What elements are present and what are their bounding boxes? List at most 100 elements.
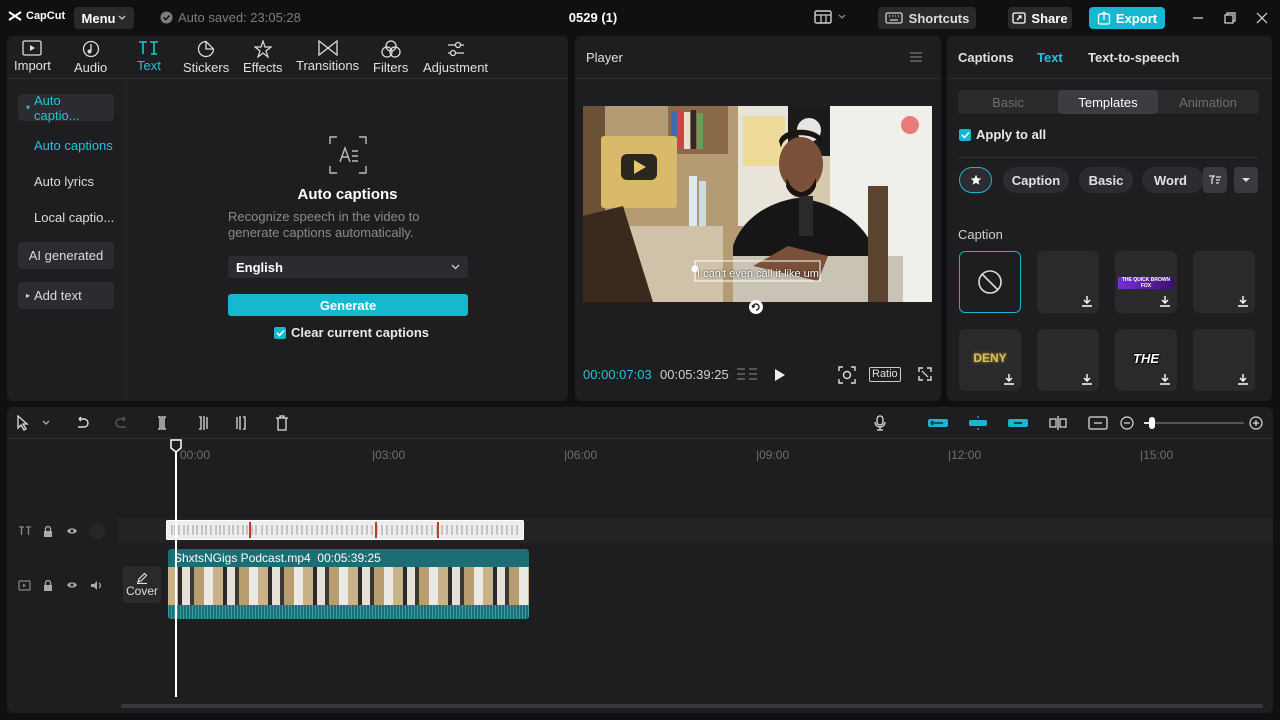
- cover-label: Cover: [125, 583, 158, 598]
- redo-button[interactable]: [113, 414, 131, 432]
- timeline-grid-icon[interactable]: [736, 367, 758, 381]
- ruler-label: 00:00: [180, 448, 211, 462]
- video-preview[interactable]: I can't even call it like um: [583, 106, 932, 302]
- nav-auto-captions[interactable]: Auto captions: [34, 138, 113, 153]
- lock-icon[interactable]: [43, 579, 53, 591]
- fit-timeline-button[interactable]: [1088, 414, 1108, 432]
- playhead[interactable]: [175, 441, 177, 697]
- tab-captions[interactable]: Captions: [958, 50, 1014, 65]
- chip-basic[interactable]: Basic: [1079, 167, 1133, 193]
- segment-templates[interactable]: Templates: [1058, 90, 1158, 114]
- video-clip[interactable]: ShxtsNGigs Podcast.mp4 00:05:39:25: [168, 549, 529, 619]
- close-button[interactable]: [1254, 10, 1270, 26]
- tab-text[interactable]: Text: [137, 40, 161, 73]
- segment-basic[interactable]: Basic: [958, 90, 1058, 114]
- auto-snapping-toggle[interactable]: [966, 414, 990, 432]
- tab-stickers[interactable]: Stickers: [183, 40, 229, 75]
- template-tile[interactable]: [1037, 251, 1099, 313]
- template-tile[interactable]: [1037, 329, 1099, 391]
- select-tool-dropdown[interactable]: [37, 414, 55, 432]
- adjustment-icon: [447, 41, 464, 57]
- language-select[interactable]: English: [228, 256, 468, 278]
- favorites-chip[interactable]: [959, 167, 992, 193]
- timeline-panel: 00:00 |03:00 |06:00 |09:00 |12:00 |15:00…: [7, 407, 1273, 713]
- generate-button[interactable]: Generate: [228, 294, 468, 316]
- screenshot-icon[interactable]: [838, 366, 856, 384]
- template-tile[interactable]: [1193, 251, 1255, 313]
- eye-icon[interactable]: [66, 527, 78, 535]
- restore-icon: [1224, 12, 1236, 24]
- rotate-handle-icon[interactable]: [748, 299, 764, 315]
- template-tile[interactable]: [1193, 329, 1255, 391]
- template-tile-deny[interactable]: DENY: [959, 329, 1021, 391]
- download-icon: [1082, 374, 1092, 385]
- hamburger-menu-icon[interactable]: [909, 51, 923, 63]
- timeline-scrollbar[interactable]: [121, 704, 1263, 708]
- tab-import[interactable]: Import: [14, 40, 51, 73]
- nav-add-text-label: Add text: [34, 288, 82, 303]
- filter-sort-button[interactable]: [1203, 167, 1227, 193]
- nav-auto-lyrics[interactable]: Auto lyrics: [34, 174, 94, 189]
- nav-local-captions[interactable]: Local captio...: [34, 210, 114, 225]
- fullscreen-icon[interactable]: [918, 367, 932, 381]
- maximize-button[interactable]: [1222, 10, 1238, 26]
- clear-captions-checkbox[interactable]: Clear current captions: [274, 325, 429, 340]
- apply-to-all-checkbox[interactable]: Apply to all: [959, 127, 1046, 142]
- delete-left-button[interactable]: [193, 414, 211, 432]
- template-none[interactable]: [959, 251, 1021, 313]
- delete-right-button[interactable]: [233, 414, 251, 432]
- zoom-in-button[interactable]: [1247, 414, 1265, 432]
- magnet-link-icon: [928, 419, 948, 427]
- tab-adjustment-label: Adjustment: [423, 60, 489, 75]
- segment-animation[interactable]: Animation: [1158, 90, 1258, 114]
- shortcuts-button[interactable]: Shortcuts: [878, 7, 976, 29]
- layout-button[interactable]: [814, 10, 846, 24]
- minimize-button[interactable]: [1190, 10, 1206, 26]
- delete-button[interactable]: [273, 414, 291, 432]
- nav-add-text[interactable]: ▸ Add text: [18, 282, 114, 309]
- eye-icon[interactable]: [66, 581, 78, 589]
- tab-adjustment[interactable]: Adjustment: [423, 40, 488, 75]
- ratio-button[interactable]: Ratio: [869, 367, 901, 382]
- tab-text-to-speech[interactable]: Text-to-speech: [1088, 50, 1180, 65]
- timeline-toolbar: [7, 407, 1273, 439]
- player-header: Player: [575, 36, 941, 79]
- select-tool-button[interactable]: [14, 414, 32, 432]
- record-voiceover-button[interactable]: [871, 414, 889, 432]
- tab-effects[interactable]: Effects: [243, 40, 283, 75]
- template-tile-the[interactable]: THE: [1115, 329, 1177, 391]
- tab-text-props[interactable]: Text: [1037, 50, 1063, 65]
- speaker-icon[interactable]: [90, 580, 103, 591]
- nav-ai-generated[interactable]: AI generated: [18, 242, 114, 269]
- document-title[interactable]: 0529 (1): [540, 10, 646, 25]
- timeline-ruler[interactable]: 00:00 |03:00 |06:00 |09:00 |12:00 |15:00: [118, 440, 1273, 462]
- more-categories-button[interactable]: [1234, 167, 1258, 193]
- tab-transitions[interactable]: Transitions: [296, 40, 359, 73]
- preview-axis-toggle[interactable]: [1048, 414, 1068, 432]
- linkage-toggle[interactable]: [1006, 414, 1030, 432]
- cover-button[interactable]: Cover: [123, 566, 161, 603]
- caption-overlay-text[interactable]: I can't even call it like um: [697, 268, 819, 280]
- tab-filters[interactable]: Filters: [373, 40, 408, 75]
- nav-auto-captions-group[interactable]: ▾ Auto captio...: [18, 93, 114, 123]
- zoom-slider[interactable]: [1144, 417, 1244, 429]
- zoom-slider-handle[interactable]: [1149, 417, 1155, 429]
- main-track-magnet-toggle[interactable]: [926, 414, 950, 432]
- title-bar: CapCut Menu Auto saved: 23:05:28 0529 (1…: [0, 0, 1280, 36]
- export-button[interactable]: Export: [1089, 7, 1165, 29]
- menu-button[interactable]: Menu: [74, 7, 134, 29]
- tab-audio[interactable]: Audio: [74, 40, 107, 75]
- caption-clip[interactable]: [166, 520, 524, 540]
- play-icon[interactable]: [774, 368, 786, 382]
- template-tile-quick-brown-fox[interactable]: THE QUICK BROWN FOX: [1115, 251, 1177, 313]
- split-button[interactable]: [153, 414, 171, 432]
- zoom-out-button[interactable]: [1118, 414, 1136, 432]
- player-panel: Player I can't even call it like um 00:0…: [575, 36, 941, 401]
- playhead-handle-icon[interactable]: [170, 439, 182, 453]
- undo-button[interactable]: [73, 414, 91, 432]
- chip-caption[interactable]: Caption: [1003, 167, 1069, 193]
- track-toggle[interactable]: [89, 523, 105, 539]
- lock-icon[interactable]: [43, 525, 53, 537]
- chip-word[interactable]: Word: [1142, 167, 1204, 193]
- share-button[interactable]: Share: [1008, 7, 1072, 29]
